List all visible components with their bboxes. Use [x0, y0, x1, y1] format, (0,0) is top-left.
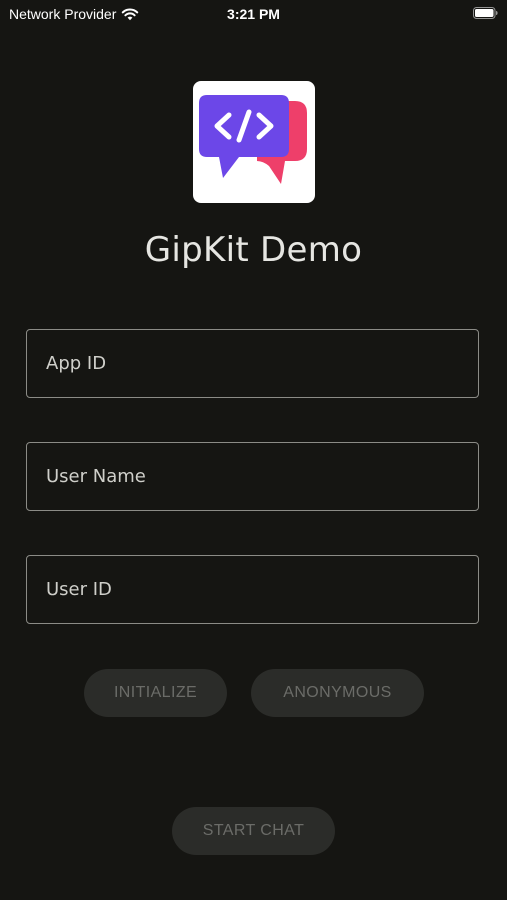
app-logo [193, 81, 315, 203]
app-title: GipKit Demo [144, 230, 363, 270]
battery-icon [473, 7, 498, 19]
user-id-field-container [26, 555, 479, 624]
initialize-button[interactable]: INITIALIZE [84, 669, 227, 717]
user-name-input[interactable] [27, 443, 478, 510]
user-name-field-container [26, 442, 479, 511]
app-id-field-container [26, 329, 479, 398]
start-chat-button[interactable]: START CHAT [172, 807, 335, 855]
status-time: 3:21 PM [227, 6, 280, 22]
code-chat-bubble-icon [199, 95, 307, 184]
app-id-input[interactable] [27, 330, 478, 397]
user-id-input[interactable] [27, 556, 478, 623]
anonymous-button[interactable]: ANONYMOUS [251, 669, 424, 717]
status-bar: Network Provider 3:21 PM [0, 0, 507, 28]
